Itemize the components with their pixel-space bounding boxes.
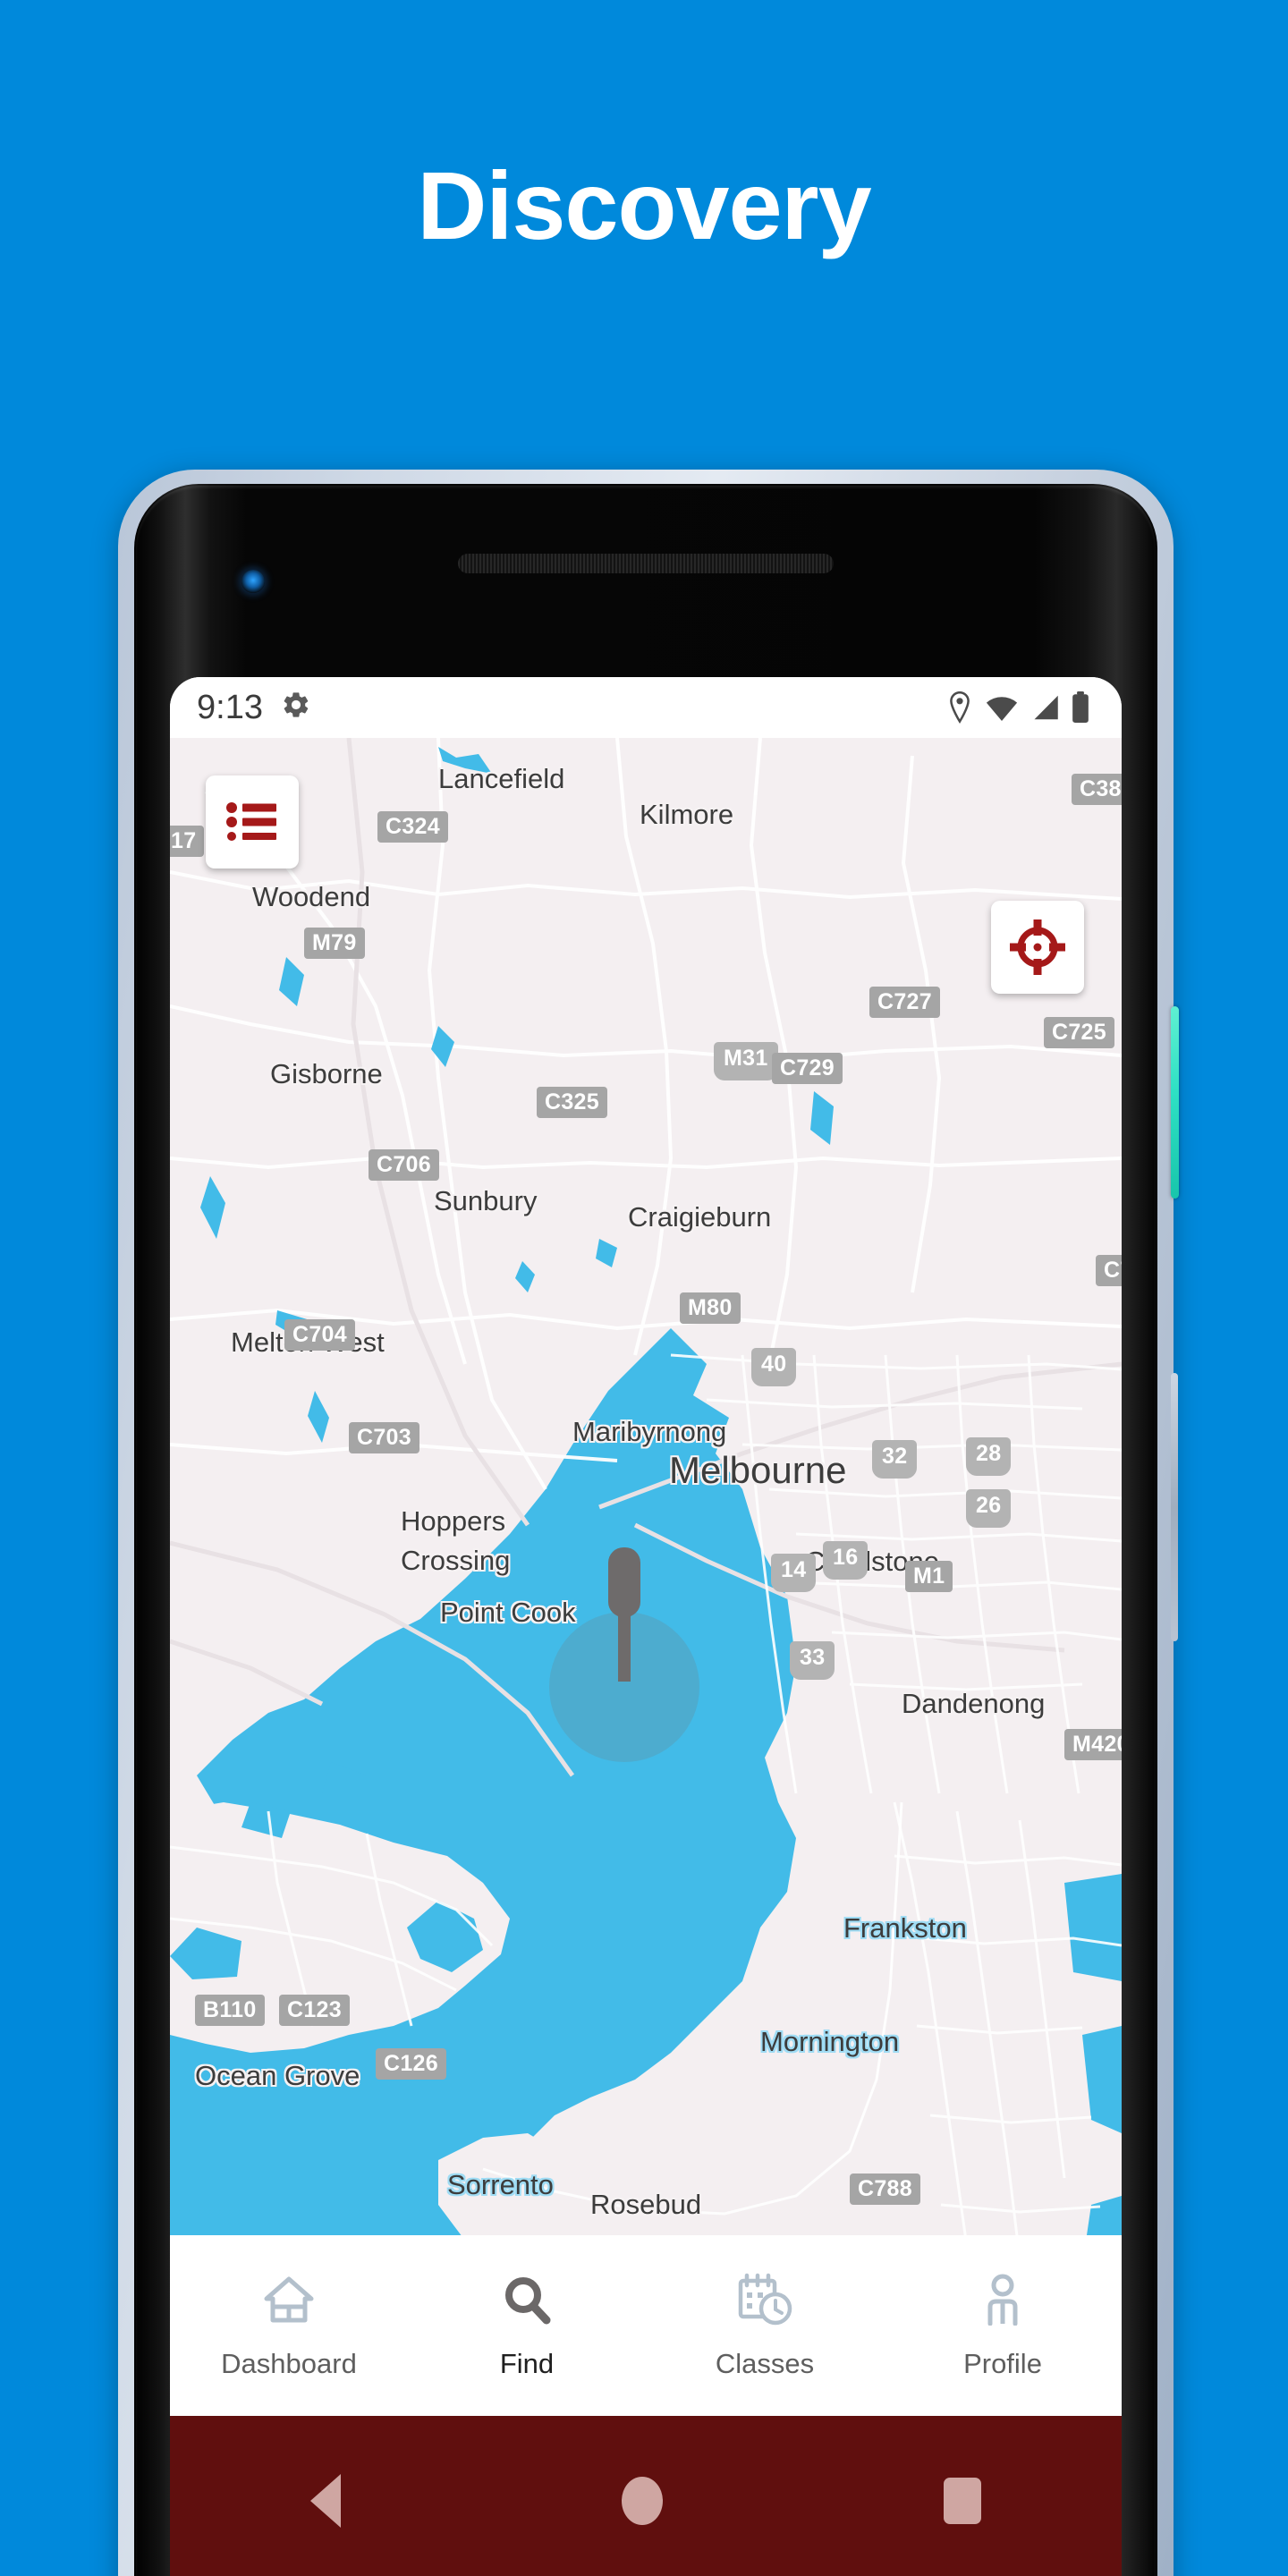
road-shield: 32 bbox=[872, 1440, 918, 1479]
road-shield: M31 bbox=[714, 1042, 778, 1081]
tab-label: Dashboard bbox=[221, 2347, 357, 2379]
tab-label: Classes bbox=[715, 2347, 815, 2379]
android-navigation-bar bbox=[170, 2416, 1122, 2576]
page-header: Discovery bbox=[0, 0, 1288, 465]
road-shield: C706 bbox=[369, 1149, 439, 1182]
road-shield: C703 bbox=[349, 1422, 419, 1454]
road-shield: C325 bbox=[537, 1087, 607, 1119]
road-shield: M1 bbox=[905, 1561, 953, 1593]
road-shield: 26 bbox=[966, 1489, 1012, 1529]
page-title: Discovery bbox=[417, 151, 871, 259]
road-shield: C725 bbox=[1044, 1017, 1114, 1049]
map-pin-icon bbox=[608, 1547, 640, 1682]
road-shield: 33 bbox=[790, 1641, 835, 1681]
earpiece-speaker bbox=[458, 554, 834, 573]
road-shield: C7 bbox=[1096, 1255, 1122, 1287]
person-icon bbox=[981, 2272, 1024, 2327]
tab-label: Find bbox=[499, 2347, 555, 2379]
road-shield: M80 bbox=[680, 1292, 741, 1325]
list-view-button[interactable] bbox=[206, 775, 299, 869]
tab-classes[interactable]: Classes bbox=[646, 2235, 884, 2416]
road-shield: C788 bbox=[850, 2174, 920, 2206]
home-button[interactable] bbox=[622, 2477, 663, 2525]
road-shield: C727 bbox=[869, 987, 940, 1019]
road-shield: 40 bbox=[751, 1348, 797, 1387]
status-icons bbox=[946, 691, 1089, 724]
map-view[interactable]: Lancefield Kilmore Woodend Gisborne Sunb… bbox=[170, 738, 1122, 2296]
tab-dashboard[interactable]: Dashboard bbox=[170, 2235, 408, 2416]
road-shield: C123 bbox=[279, 1995, 350, 2027]
location-icon bbox=[946, 691, 973, 724]
road-shield: M420 bbox=[1064, 1729, 1122, 1761]
search-icon bbox=[503, 2272, 551, 2327]
wifi-icon bbox=[985, 693, 1019, 722]
tab-find[interactable]: Find bbox=[408, 2235, 646, 2416]
crosshair-icon bbox=[1010, 919, 1065, 975]
road-shield: C729 bbox=[772, 1053, 843, 1085]
road-shield: 16 bbox=[823, 1541, 869, 1580]
road-shield: C324 bbox=[377, 811, 448, 843]
road-shield: 14 bbox=[771, 1554, 817, 1593]
status-bar: 9:13 bbox=[170, 677, 1122, 738]
status-time: 9:13 bbox=[197, 688, 263, 726]
phone-screen: 9:13 Lancefield Kilmore Woodend Gisborne… bbox=[170, 677, 1122, 2576]
my-location-button[interactable] bbox=[991, 901, 1084, 994]
list-icon bbox=[226, 802, 276, 841]
road-shield: B110 bbox=[195, 1995, 265, 2027]
road-shield: C704 bbox=[284, 1319, 355, 1352]
tab-profile[interactable]: Profile bbox=[884, 2235, 1122, 2416]
calendar-clock-icon bbox=[737, 2272, 792, 2327]
recents-button[interactable] bbox=[944, 2478, 981, 2524]
front-camera bbox=[242, 570, 265, 593]
bottom-tab-bar: Dashboard Find Classes Profile bbox=[170, 2235, 1122, 2416]
signal-icon bbox=[1030, 693, 1060, 722]
road-shield: 17 bbox=[170, 826, 205, 858]
power-button[interactable] bbox=[1171, 1006, 1179, 1199]
volume-rocker[interactable] bbox=[1171, 1373, 1178, 1641]
road-shield: C126 bbox=[376, 2048, 446, 2080]
road-shield: M79 bbox=[304, 928, 365, 960]
road-shield: 28 bbox=[966, 1437, 1012, 1477]
phone-mockup: 9:13 Lancefield Kilmore Woodend Gisborne… bbox=[118, 470, 1179, 2576]
road-shield: C382 bbox=[1072, 774, 1122, 806]
battery-icon bbox=[1072, 691, 1089, 724]
home-icon bbox=[263, 2272, 315, 2327]
tab-label: Profile bbox=[963, 2347, 1042, 2379]
gear-icon bbox=[281, 690, 311, 725]
back-button[interactable] bbox=[310, 2474, 341, 2528]
